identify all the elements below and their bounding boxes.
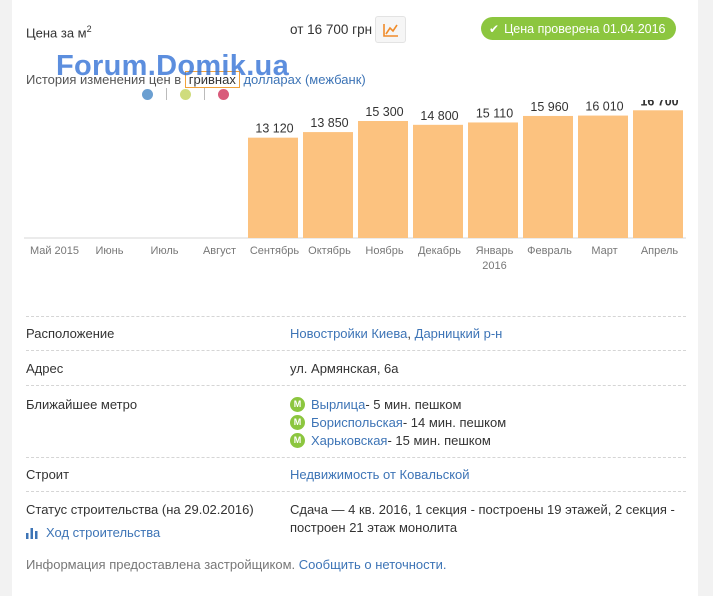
location-separator: , [407,326,415,341]
watermark: Forum.Domik.ua [56,50,289,82]
chart-svg: Май 2015 Июнь Июль Август 13 120 Сентябрь 13 8… [24,100,686,272]
x-tick-label: Октябрь [308,245,351,257]
location-label: Расположение [26,326,115,341]
bar-value-label: 16 010 [585,100,623,114]
metro-walk-time: - 14 мин. пешком [402,414,507,430]
metro-item: M Вырлица - 5 мин. пешком [290,395,506,413]
x-tick-label: Январь [476,245,514,257]
metro-walk-time: - 5 мин. пешком [365,396,462,412]
legend-separator [204,88,205,100]
bar-value-label: 16 700 [640,100,678,108]
divider [26,385,686,386]
bar-value-label: 13 120 [255,122,293,136]
status-value: Сдача — 4 кв. 2016, 1 секция - построены… [290,502,675,535]
chart-bar[interactable] [523,115,573,238]
bar-value-label: 14 800 [420,109,458,123]
price-value: от 16 700 грн [290,22,373,37]
status-label: Статус строительства (на 29.02.2016) [26,502,254,517]
builder-label: Строит [26,467,70,482]
metro-link[interactable]: Бориспольская [311,415,403,430]
bar-value-label: 15 110 [476,106,513,120]
price-history-chart: Май 2015 Июнь Июль Август 13 120 Сентябрь 13 8… [24,100,686,280]
price-per-sqm-label: Цена за м2 [26,24,92,40]
metro-icon: M [290,414,305,430]
x-tick-label: Май 2015 [30,245,79,257]
chart-bar[interactable] [303,132,353,238]
address-value: ул. Армянская, 6а [290,361,399,376]
location-value: Новостройки Киева, Дарницкий р-н [290,326,502,341]
chart-bar[interactable] [248,137,298,238]
report-inaccuracy-link[interactable]: Сообщить о неточности. [299,557,447,572]
builder-link[interactable]: Недвижимость от Ковальской [290,467,470,482]
metro-icon: M [290,396,305,412]
bar-value-label: 15 300 [365,105,403,119]
metro-item: M Харьковская - 15 мин. пешком [290,431,506,449]
x-tick-label: Август [203,245,236,257]
location-link-new-buildings[interactable]: Новостройки Киева [290,326,407,341]
price-verified-badge: ✔ Цена проверена 01.04.2016 [481,17,676,40]
chart-bar[interactable] [578,115,628,238]
metro-list: M Вырлица - 5 мин. пешком M Бориспольская … [290,395,506,449]
chart-bar[interactable] [413,124,463,238]
legend-dot-yellow[interactable] [180,88,191,100]
check-icon: ✔ [489,21,500,36]
metro-icon: M [290,432,305,448]
metro-link[interactable]: Вырлица [311,397,365,412]
chart-icon [382,23,398,37]
legend-dot-pink[interactable] [218,88,229,100]
divider [26,457,686,458]
x-tick-label: Февраль [527,245,572,257]
metro-item: M Бориспольская - 14 мин. пешком [290,413,506,431]
legend-separator [166,88,167,100]
x-tick-label: 2016 [482,260,506,272]
x-tick-label: Декабрь [418,245,461,257]
legend-dot-blue[interactable] [142,88,153,100]
verified-badge-text: Цена проверена 01.04.2016 [504,21,666,36]
metro-label: Ближайшее метро [26,397,138,412]
bar-value-label: 13 850 [310,116,348,130]
x-tick-label: Март [591,245,617,257]
x-tick-label: Июль [150,245,178,257]
price-label-superscript: 2 [86,24,92,34]
chart-bar[interactable] [358,121,408,238]
progress-link-text: Ход строительства [46,525,161,540]
x-tick-label: Сентябрь [250,245,300,257]
x-tick-label: Апрель [641,245,679,257]
info-footer: Информация предоставлена застройщиком. С… [26,557,446,572]
construction-progress-link[interactable]: Ход строительства [26,525,160,540]
address-label: Адрес [26,361,64,376]
legend-dots [142,87,229,101]
bar-value-label: 15 960 [530,100,568,114]
chart-bar[interactable] [633,110,683,238]
bar-chart-icon [26,527,38,539]
divider [26,491,686,492]
info-text: Информация предоставлена застройщиком. [26,557,296,572]
chart-bar[interactable] [468,122,518,238]
divider [26,350,686,351]
metro-walk-time: - 15 мин. пешком [387,432,491,448]
price-label-text: Цена за м [26,25,87,41]
price-card: Цена за м2 от 16 700 грн ✔ Цена проверен… [12,0,698,596]
x-tick-label: Июнь [96,245,124,257]
x-tick-label: Ноябрь [365,245,403,257]
divider [26,316,686,317]
price-chart-button[interactable] [375,16,406,43]
location-link-district[interactable]: Дарницкий р-н [415,326,503,341]
metro-link[interactable]: Харьковская [311,433,387,448]
